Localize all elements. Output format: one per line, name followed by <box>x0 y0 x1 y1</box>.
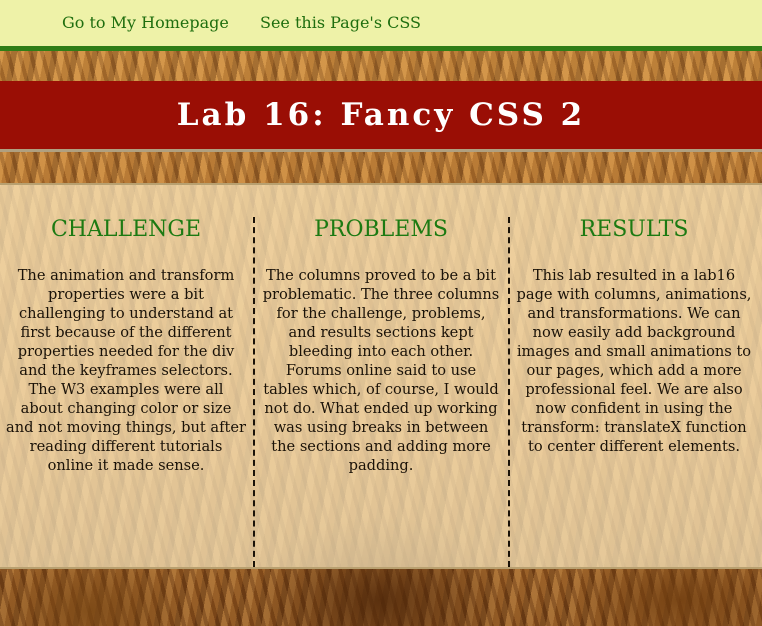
page-title: Lab 16: Fancy CSS 2 <box>176 97 586 133</box>
results-text: This lab resulted in a lab16 page with c… <box>516 267 752 455</box>
column-divider <box>253 217 255 567</box>
page-css-link[interactable]: See this Page's CSS <box>260 13 421 32</box>
homepage-link[interactable]: Go to My Homepage <box>62 13 229 32</box>
content-panel: CHALLENGE The animation and transform pr… <box>0 183 762 569</box>
challenge-heading: CHALLENGE <box>50 217 202 242</box>
top-nav: Go to My Homepage See this Page's CSS <box>0 0 762 51</box>
column-divider <box>508 217 510 567</box>
page-banner: Lab 16: Fancy CSS 2 <box>0 81 762 152</box>
problems-column: PROBLEMS The columns proved to be a bit … <box>262 185 500 567</box>
problems-heading: PROBLEMS <box>314 217 448 242</box>
challenge-column: CHALLENGE The animation and transform pr… <box>6 185 246 567</box>
results-heading: RESULTS <box>579 217 689 242</box>
problems-text: The columns proved to be a bit problemat… <box>262 267 500 474</box>
challenge-text: The animation and transform properties w… <box>6 267 246 474</box>
results-column: RESULTS This lab resulted in a lab16 pag… <box>514 185 754 567</box>
